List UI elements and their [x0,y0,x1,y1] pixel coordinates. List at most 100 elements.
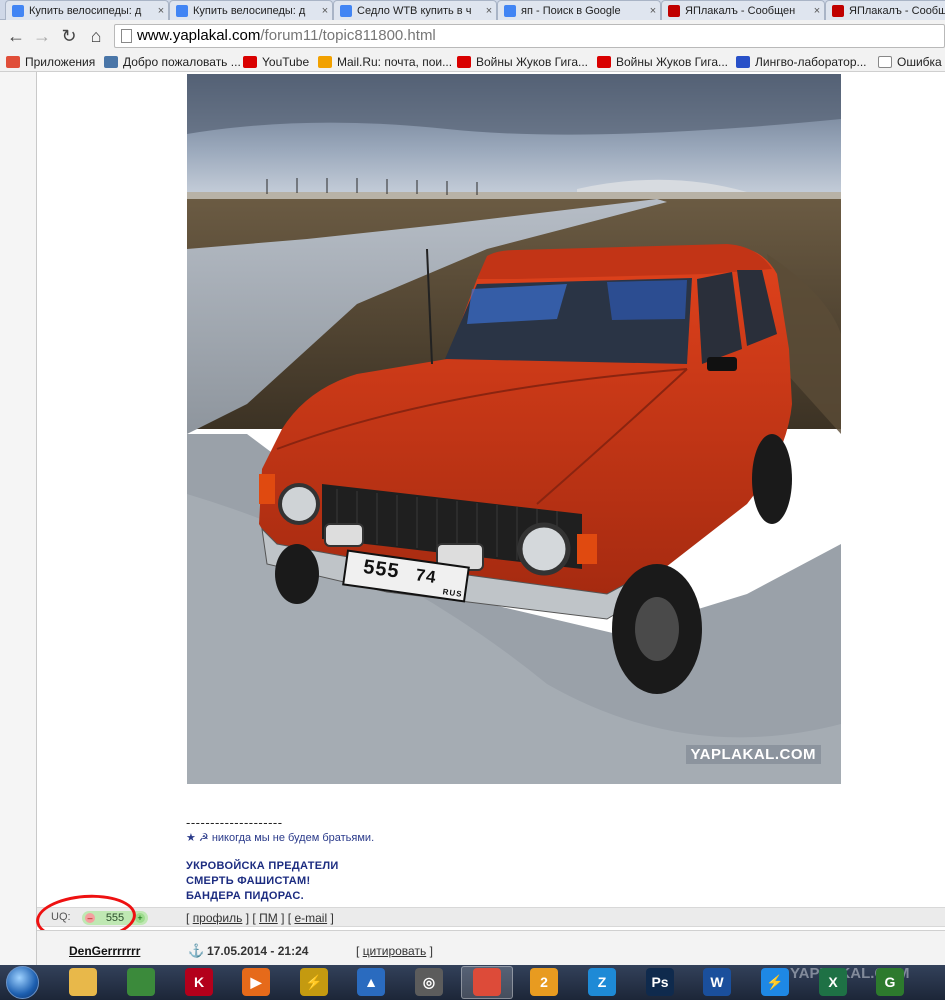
tab-label: Купить велосипеды: д [29,4,142,17]
forward-arrow-icon[interactable]: → [30,24,54,48]
bracket: ] [429,944,433,958]
google-g-icon [504,4,516,17]
back-arrow-icon[interactable]: ← [4,24,28,48]
tab-label: Седло WTB купить в ч [357,4,472,17]
close-icon[interactable]: × [482,5,496,17]
rating-plus-icon[interactable]: + [135,913,145,923]
tab-label: Купить велосипеды: д [193,4,306,17]
bookmark-label: Добро пожаловать ... [123,55,241,69]
email-link[interactable]: e-mail [294,911,327,925]
other-app-icon[interactable]: G [876,968,904,996]
bookmark-item[interactable]: Войны Жуков Гига... [597,54,728,70]
url-host: www.yaplakal.com [137,27,261,44]
browser-tab[interactable]: ЯПлакалъ - Сообщен × [661,0,825,20]
bookmark-item[interactable]: Ошибка R [878,54,945,70]
explorer-icon[interactable] [69,968,97,996]
kaspersky-icon[interactable]: K [185,968,213,996]
vk-icon [104,56,118,68]
plate-number: 555 [361,555,401,583]
media-player-icon[interactable]: ▶ [242,968,270,996]
close-icon[interactable]: × [318,5,332,17]
post-footer-bar: UQ: – 555 + [ профиль ] [ ПМ ] [ e-mail … [37,907,945,927]
post-photo[interactable]: YAPLAKAL.COM 555 74 RUS [187,74,841,784]
mailru-icon [318,56,332,68]
zoom-icon[interactable]: Z [588,968,616,996]
youtube-icon [243,56,257,68]
close-icon[interactable]: × [154,5,168,17]
reload-icon[interactable]: ↻ [57,24,81,48]
signature-bold-line-2: СМЕРТЬ ФАШИСТАМ! [186,875,311,887]
bracket: [ [252,911,256,925]
url-path: /forum11/topic811800.html [260,27,436,44]
bookmark-item[interactable]: Войны Жуков Гига... [457,54,588,70]
quote-link-wrap: [ цитировать ] [356,944,433,958]
browser-tab[interactable]: ЯПлакалъ - Сообщ× [825,0,945,20]
word-icon[interactable]: W [703,968,731,996]
bookmark-item[interactable]: Mail.Ru: почта, пои... [318,54,452,70]
page-icon [121,29,132,43]
bracket: [ [287,911,292,925]
bookmark-item[interactable]: Добро пожаловать ... [104,54,241,70]
bookmark-item[interactable]: YouTube [243,54,309,70]
plate-region: 74 [414,565,438,588]
skype-icon[interactable]: 2 [530,968,558,996]
windows-taskbar: YAPLAKAL.COM K ▶ ⚡ ▲ ◎ 2 Z Ps W ⚡ X G [0,965,945,1000]
apps-icon [6,56,20,68]
settings-app-icon[interactable]: ◎ [415,968,443,996]
left-column [0,72,37,965]
youtube-icon [597,56,611,68]
close-icon[interactable]: × [646,5,660,17]
bookmark-label: Лингво-лаборатор... [755,55,867,69]
bookmarks-bar: Приложения Добро пожаловать ... YouTube Mai… [0,52,945,72]
page-icon [878,56,892,68]
bookmark-item[interactable]: Приложения [6,54,95,70]
youtube-icon [457,56,471,68]
chrome-icon[interactable] [473,968,501,996]
anchor-icon[interactable]: ⚓ [188,943,204,959]
flash-icon[interactable]: ⚡ [761,968,789,996]
start-button[interactable] [6,966,39,999]
tab-label: яп - Поиск в Google [521,4,621,17]
bookmark-label: Ошибка R [897,55,945,69]
signature-bold-line-1: УКРОВОЙСКА ПРЕДАТЕЛИ [186,860,339,872]
google-icon [12,4,24,17]
browser-toolbar: ← → ↻ ⌂ www.yaplakal.com/forum11/topic81… [0,20,945,52]
pm-link[interactable]: ПМ [259,911,278,925]
bracket: ] [330,911,334,925]
yaplakal-icon [832,4,844,17]
profile-link[interactable]: профиль [193,911,243,925]
bracket: ] [245,911,250,925]
post-date: 17.05.2014 - 21:24 [207,944,309,958]
bookmark-label: Приложения [25,55,96,69]
signature-text: ★ ☭ никогда мы не будем братьями. [186,832,375,844]
bookmark-label: YouTube [262,55,310,69]
signature-bold-line-3: БАНДЕРА ПИДОРАС. [186,890,304,902]
bookmark-label: Войны Жуков Гига... [476,55,588,69]
vectorworks-icon[interactable]: ▲ [357,968,385,996]
photoshop-icon[interactable]: Ps [646,968,674,996]
bracket: ] [281,911,285,925]
signature-divider: -------------------- [186,815,283,830]
winamp-icon[interactable]: ⚡ [300,968,328,996]
home-icon[interactable]: ⌂ [84,24,108,48]
monitor-app-icon[interactable] [127,968,155,996]
browser-tab[interactable]: яп - Поиск в Google × [497,0,661,20]
browser-tab[interactable]: Купить велосипеды: д × [5,0,169,20]
address-bar[interactable]: www.yaplakal.com/forum11/topic811800.htm… [114,24,945,48]
close-icon[interactable]: × [810,5,824,17]
browser-tab[interactable]: Седло WTB купить в ч × [333,0,497,20]
tab-label: ЯПлакалъ - Сообщ [849,4,945,17]
author-name[interactable]: DenGerrrrrrr [69,944,140,958]
bookmark-item[interactable]: Лингво-лаборатор... [736,54,867,70]
image-watermark: YAPLAKAL.COM [685,745,821,764]
yaplakal-icon [668,4,680,17]
bookmark-label: Mail.Ru: почта, пои... [337,55,453,69]
forum-page: YAPLAKAL.COM 555 74 RUS ----------------… [0,72,945,965]
excel-icon[interactable]: X [819,968,847,996]
bracket: [ [356,944,360,958]
bookmark-label: Войны Жуков Гига... [616,55,728,69]
car-photo-drawing [187,74,841,784]
google-icon [176,4,188,17]
quote-link[interactable]: цитировать [363,944,427,958]
browser-tab[interactable]: Купить велосипеды: д × [169,0,333,20]
